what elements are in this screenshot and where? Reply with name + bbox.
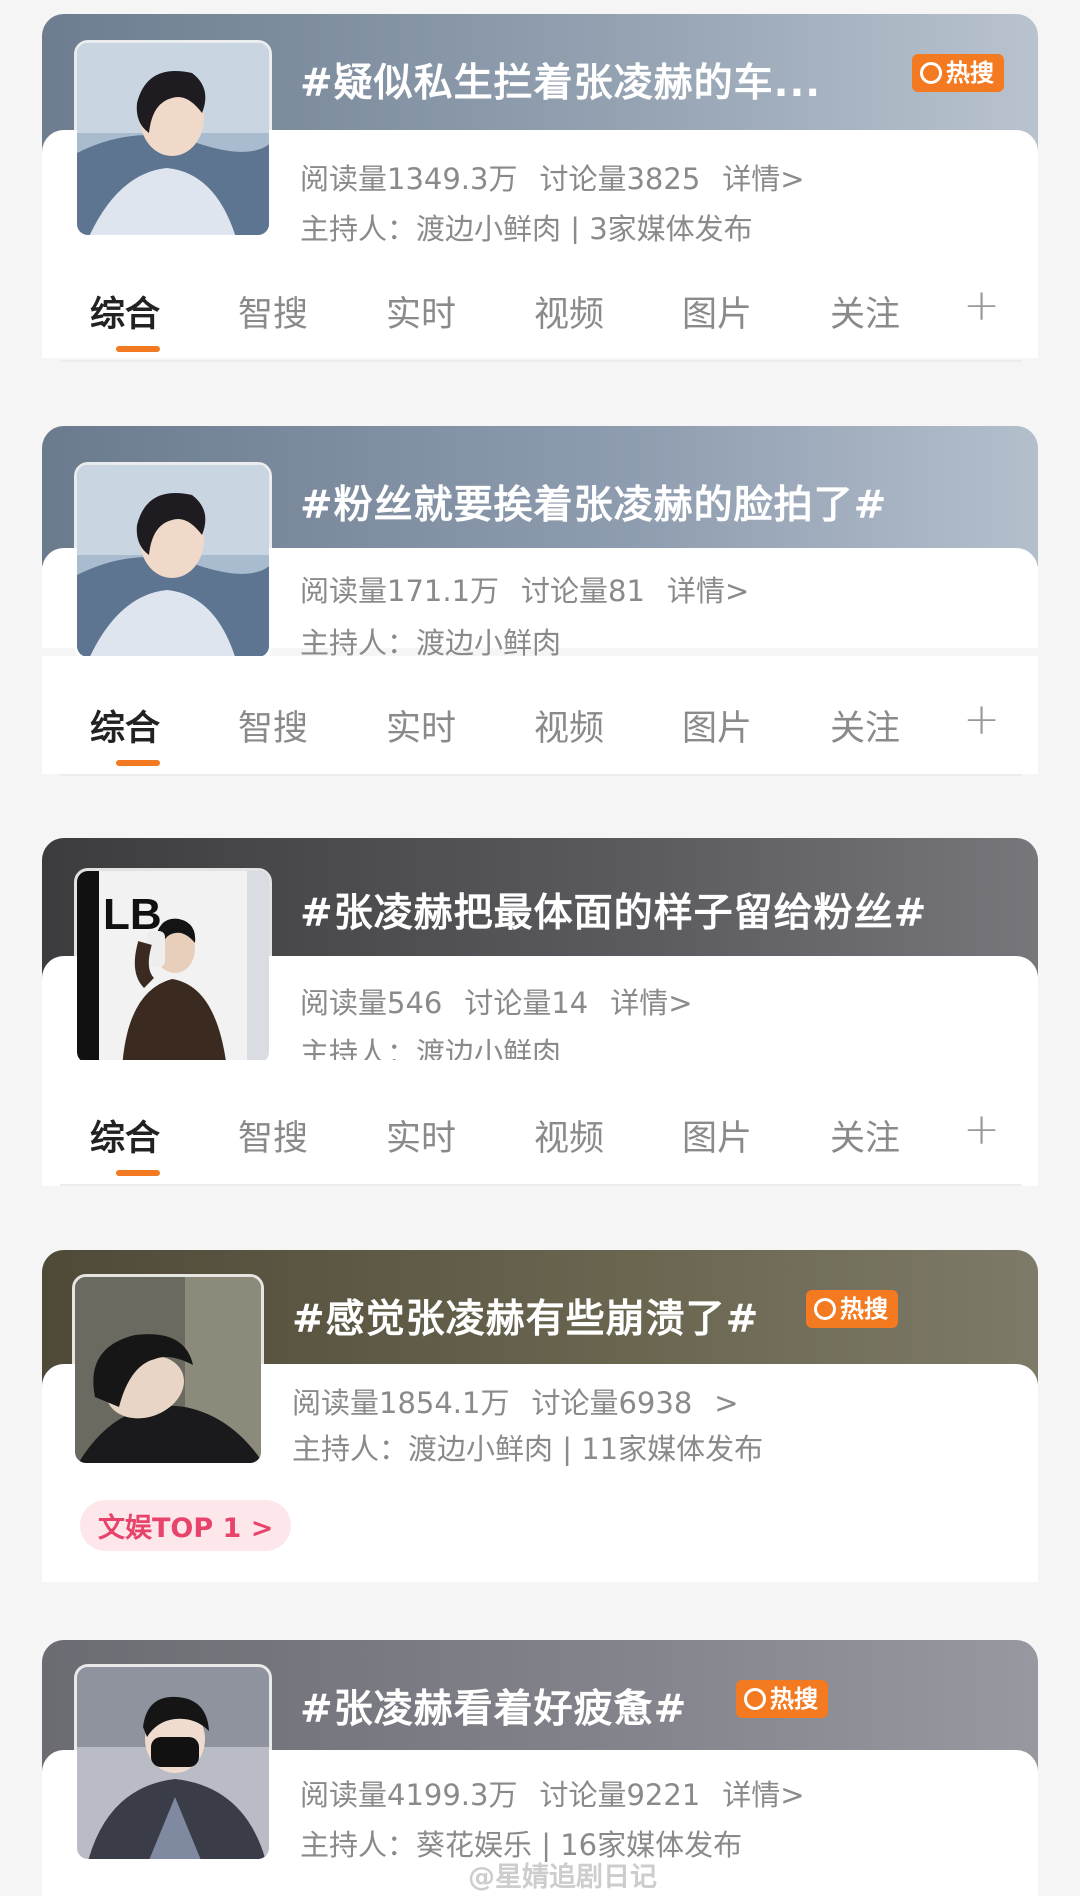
hot-search-badge: 热搜	[736, 1680, 828, 1718]
topic-stats: 阅读量1854.1万 讨论量6938 >	[292, 1380, 761, 1422]
topic-tabs-1: 综合 智搜 实时 视频 图片 关注 +	[60, 262, 1022, 362]
details-link[interactable]: 详情>	[722, 162, 804, 196]
rank-tag[interactable]: 文娱TOP 1 >	[80, 1500, 292, 1551]
add-tab-icon[interactable]: +	[963, 694, 1000, 745]
hot-search-icon	[920, 62, 942, 84]
discussion-count: 讨论量81	[521, 574, 645, 608]
hot-search-badge: 热搜	[806, 1290, 898, 1328]
tab-following[interactable]: 关注	[830, 286, 900, 337]
hot-search-badge: 热搜	[912, 54, 1004, 92]
topic-tabs-2: 综合 智搜 实时 视频 图片 关注 +	[60, 676, 1022, 776]
topic-thumbnail[interactable]	[72, 1274, 264, 1466]
read-count: 阅读量1854.1万	[292, 1386, 510, 1420]
active-tab-indicator	[116, 760, 160, 766]
watermark: @星婧追剧日记	[468, 1862, 657, 1893]
tab-following[interactable]: 关注	[830, 1110, 900, 1161]
tab-video[interactable]: 视频	[534, 700, 604, 751]
tab-images[interactable]: 图片	[682, 700, 752, 751]
topic-title[interactable]: #张凌赫把最体面的样子留给粉丝#	[300, 882, 927, 938]
topic-thumbnail[interactable]: LB	[74, 868, 272, 1066]
add-tab-icon[interactable]: +	[963, 280, 1000, 331]
tab-comprehensive[interactable]: 综合	[90, 700, 160, 751]
tab-comprehensive[interactable]: 综合	[90, 286, 160, 337]
discussion-count: 讨论量14	[464, 986, 589, 1020]
tab-comprehensive[interactable]: 综合	[90, 1110, 160, 1161]
topic-thumbnail[interactable]	[74, 1664, 272, 1862]
tab-smart-search[interactable]: 智搜	[238, 286, 308, 337]
topic-stats: 阅读量4199.3万 讨论量9221 详情>	[300, 1772, 827, 1814]
tab-images[interactable]: 图片	[682, 1110, 752, 1161]
topic-stats: 阅读量171.1万 讨论量81 详情>	[300, 568, 771, 610]
tab-video[interactable]: 视频	[534, 1110, 604, 1161]
discussion-count: 讨论量3825	[539, 162, 701, 196]
discussion-count: 讨论量6938	[531, 1386, 693, 1420]
tab-realtime[interactable]: 实时	[386, 700, 456, 751]
topic-thumbnail[interactable]	[74, 462, 272, 660]
hot-search-icon	[744, 1688, 766, 1710]
topic-title[interactable]: #疑似私生拦着张凌赫的车...	[300, 52, 821, 108]
tab-smart-search[interactable]: 智搜	[238, 700, 308, 751]
details-link[interactable]: 详情>	[722, 1778, 804, 1812]
tab-smart-search[interactable]: 智搜	[238, 1110, 308, 1161]
topic-host: 主持人：渡边小鲜肉 | 11家媒体发布	[292, 1432, 764, 1466]
topic-title[interactable]: #张凌赫看着好疲惫#	[300, 1678, 687, 1734]
topic-stats: 阅读量1349.3万 讨论量3825 详情>	[300, 156, 827, 198]
active-tab-indicator	[116, 1170, 160, 1176]
hot-search-icon	[814, 1298, 836, 1320]
topic-title[interactable]: #粉丝就要挨着张凌赫的脸拍了#	[300, 474, 887, 530]
topic-tabs-3: 综合 智搜 实时 视频 图片 关注 +	[60, 1086, 1022, 1186]
tab-video[interactable]: 视频	[534, 286, 604, 337]
read-count: 阅读量171.1万	[300, 574, 500, 608]
tab-following[interactable]: 关注	[830, 700, 900, 751]
read-count: 阅读量4199.3万	[300, 1778, 518, 1812]
topic-thumbnail[interactable]	[74, 40, 272, 238]
add-tab-icon[interactable]: +	[963, 1104, 1000, 1155]
read-count: 阅读量546	[300, 986, 443, 1020]
topic-stats: 阅读量546 讨论量14 详情>	[300, 980, 715, 1022]
tab-realtime[interactable]: 实时	[386, 286, 456, 337]
details-link[interactable]: 详情>	[667, 574, 749, 608]
details-link[interactable]: 详情>	[610, 986, 692, 1020]
topic-title[interactable]: #感觉张凌赫有些崩溃了#	[292, 1288, 759, 1344]
tab-realtime[interactable]: 实时	[386, 1110, 456, 1161]
active-tab-indicator	[116, 346, 160, 352]
tab-images[interactable]: 图片	[682, 286, 752, 337]
discussion-count: 讨论量9221	[539, 1778, 701, 1812]
details-link[interactable]: >	[714, 1386, 738, 1420]
read-count: 阅读量1349.3万	[300, 162, 518, 196]
topic-host: 主持人：渡边小鲜肉 | 3家媒体发布	[300, 212, 753, 246]
